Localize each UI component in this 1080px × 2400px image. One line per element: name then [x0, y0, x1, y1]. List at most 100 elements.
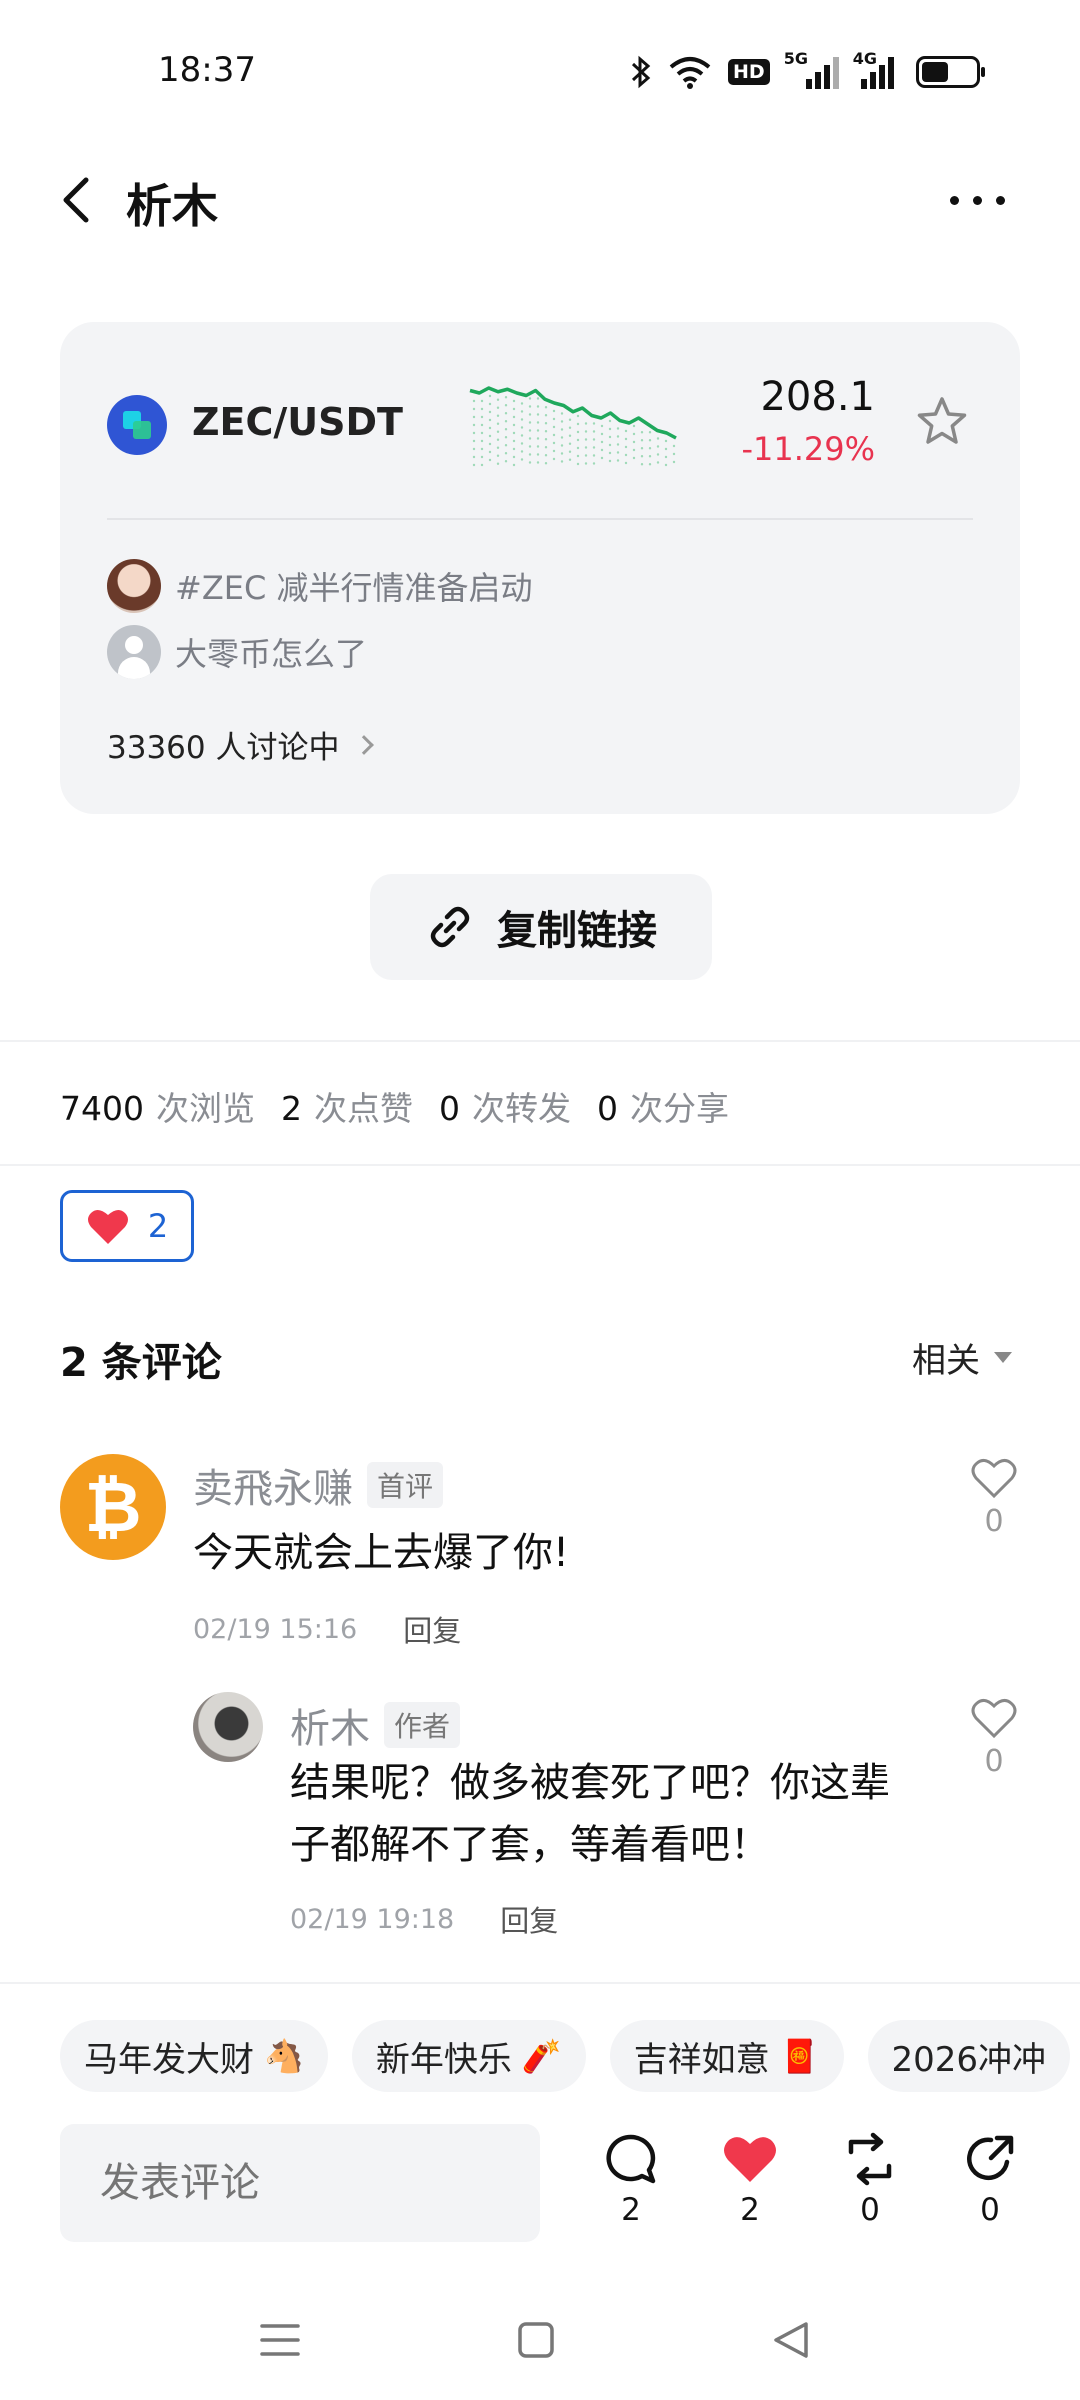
sparkline-fill-dot [560, 420, 564, 423]
sparkline-fill-dot [608, 451, 612, 455]
comment-user[interactable]: 卖飛永赚 首评 [193, 1456, 444, 1514]
sparkline-fill-dot [600, 440, 604, 444]
sort-dropdown[interactable]: 相关 [912, 1333, 1012, 1382]
comment-like-button[interactable]: 0 [964, 1696, 1024, 1779]
sparkline-fill-dot [520, 410, 524, 413]
copy-link-label: 复制链接 [497, 908, 657, 954]
sparkline-fill-dot [616, 443, 620, 446]
sparkline-fill-dot [568, 458, 572, 461]
comment-meta: 02/19 19:18 回复 [290, 1898, 558, 1940]
quick-reply-chips: 马年发大财 🐴 新年快乐 🧨 吉祥如意 🧧 2026冲冲 [60, 2020, 1071, 2092]
sparkline-fill-dot [496, 414, 500, 417]
sparkline-fill-dot [560, 452, 564, 455]
sparkline-fill-dot [544, 446, 548, 449]
reply-button[interactable]: 回复 [500, 1898, 558, 1940]
sparkline-fill-dot [504, 396, 508, 399]
sparkline-fill-dot [592, 430, 596, 433]
sparkline-fill-dot [536, 397, 540, 400]
repost-action-button[interactable]: 0 [830, 2132, 910, 2228]
comment-username: 卖飛永赚 [193, 1466, 353, 1512]
sparkline-fill-dot [512, 463, 516, 467]
nav-back-button[interactable] [762, 2310, 822, 2370]
share-action-button[interactable]: 0 [950, 2132, 1030, 2228]
sparkline-fill-dot [584, 422, 588, 425]
sparkline-fill-dot [472, 399, 476, 403]
share-icon [967, 2135, 1014, 2180]
comment-like-button[interactable]: 0 [964, 1456, 1024, 1539]
views-count: 7400 [60, 1089, 144, 1128]
sparkline-fill-dot [656, 461, 660, 464]
like-action-count: 2 [740, 2192, 760, 2228]
sparkline-fill-dot [504, 444, 508, 447]
quick-reply-chip[interactable]: 吉祥如意 🧧 [609, 2020, 844, 2092]
sparkline-fill-dot [664, 455, 668, 459]
copy-link-button[interactable]: 复制链接 [370, 874, 712, 980]
sparkline-fill-dot [520, 402, 524, 405]
sparkline-fill-dot [616, 427, 620, 430]
nav-menu-button[interactable] [250, 2310, 310, 2370]
horse-icon: 🐴 [264, 2037, 304, 2075]
comment-time: 02/19 19:18 [290, 1903, 455, 1935]
price-value: 208.1 [760, 374, 875, 420]
sparkline-fill-dot [576, 454, 580, 458]
sparkline-fill-dot [504, 420, 508, 423]
sparkline-fill-dot [504, 460, 508, 463]
sparkline-fill-dot [480, 431, 484, 435]
sparkline-fill-dot [512, 415, 516, 419]
sparkline-fill-dot [536, 405, 540, 408]
firecracker-icon: 🧨 [521, 2037, 562, 2075]
sparkline-fill-dot [576, 422, 580, 426]
quick-reply-chip[interactable]: 马年发大财 🐴 [60, 2020, 328, 2092]
sparkline-fill-dot [504, 404, 508, 407]
comment-time: 02/19 15:16 [193, 1613, 358, 1645]
comment-text-line: 子都解不了套，等着看吧！ [290, 1822, 770, 1868]
sparkline-fill-dot [528, 453, 532, 456]
author-badge: 作者 [384, 1702, 461, 1748]
discussion-count: 33360 人讨论中 [107, 730, 340, 766]
repost-icon [848, 2132, 892, 2186]
sparkline-fill-dot [496, 454, 500, 457]
comment-action-button[interactable]: 2 [591, 2132, 671, 2228]
sparkline-fill-dot [616, 459, 620, 462]
quick-reply-chip[interactable]: 2026冲冲 [867, 2020, 1071, 2092]
sparkline-fill-dot [496, 430, 500, 433]
page-title: 析木 [126, 179, 218, 233]
comment-input[interactable] [60, 2124, 540, 2242]
sparkline-fill-dot [528, 461, 532, 464]
avatar[interactable] [193, 1692, 263, 1762]
sparkline-fill-dot [488, 394, 492, 398]
sparkline-fill-dot [488, 434, 492, 438]
sparkline-fill-dot [560, 428, 564, 431]
zec-coin-icon [107, 395, 167, 455]
sparkline-fill-dot [480, 439, 484, 443]
back-button[interactable] [52, 168, 108, 232]
favorite-button[interactable] [914, 394, 970, 450]
sort-label: 相关 [912, 1341, 980, 1381]
avatar[interactable]: ₿ [60, 1454, 166, 1560]
like-action-button[interactable]: 2 [710, 2132, 790, 2228]
reply-button[interactable]: 回复 [403, 1608, 461, 1650]
sparkline-fill-dot [648, 447, 652, 450]
sparkline-fill-dot [504, 436, 508, 439]
sparkline-fill-dot [488, 418, 492, 422]
comment-action-count: 2 [621, 2192, 641, 2228]
sparkline-fill-dot [632, 448, 636, 452]
sparkline-fill-dot [576, 430, 580, 434]
topic-item[interactable]: 大零币怎么了 [107, 624, 367, 680]
discussion-link[interactable]: 33360 人讨论中 [107, 722, 375, 767]
market-card[interactable]: ZEC/USDT 208.1 -11.29% #ZEC 减半行情准备启动 大零币… [60, 322, 1020, 814]
sparkline-fill-dot [480, 415, 484, 419]
sparkline-fill-dot [656, 453, 660, 456]
quick-reply-chip[interactable]: 新年快乐 🧨 [351, 2020, 586, 2092]
sparkline-fill-dot [632, 440, 636, 444]
sparkline-fill-dot [560, 436, 564, 439]
more-button[interactable] [950, 175, 1020, 225]
nav-home-button[interactable] [506, 2310, 566, 2370]
sparkline-fill-dot [488, 426, 492, 430]
comment-user[interactable]: 析木 作者 [290, 1696, 461, 1754]
price-sparkline [469, 386, 677, 467]
like-reaction-pill[interactable]: 2 [60, 1190, 194, 1262]
sparkline-fill-dot [536, 453, 540, 456]
sparkline-fill-dot [560, 412, 564, 415]
topic-item[interactable]: #ZEC 减半行情准备启动 [107, 558, 532, 614]
